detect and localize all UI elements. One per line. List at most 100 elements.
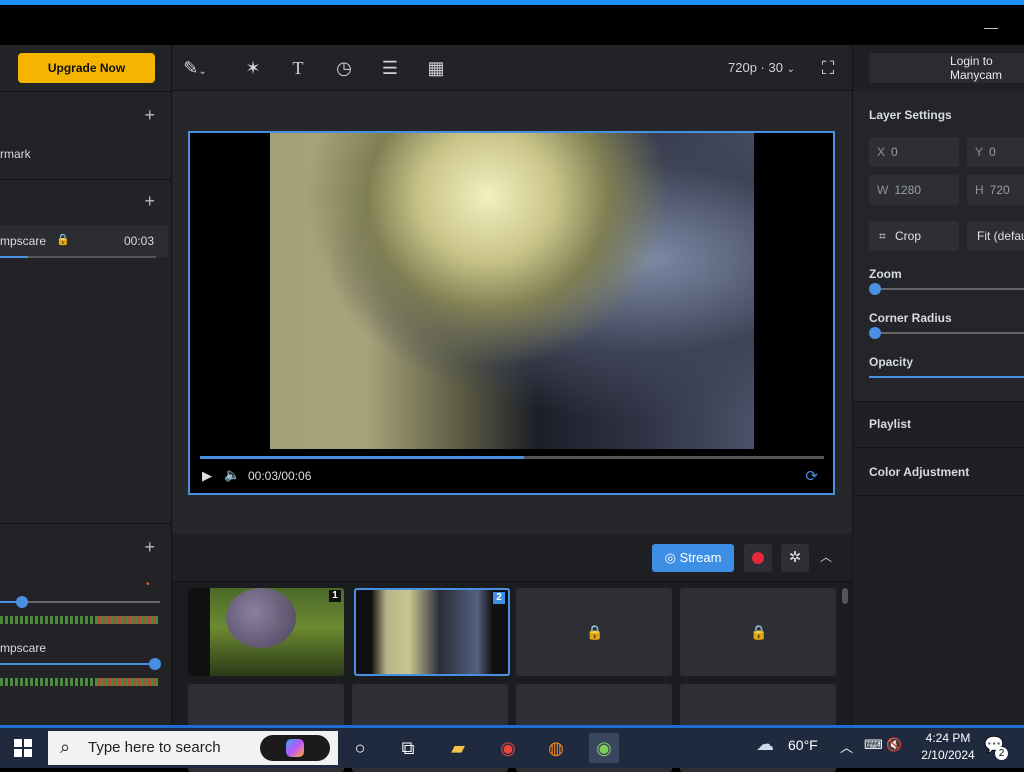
lock-icon: 🔒 — [750, 624, 768, 640]
chevron-up-icon[interactable]: ︿ — [820, 548, 832, 565]
login-button[interactable]: Login to Manycam — [869, 53, 1024, 83]
taskbar-accent — [0, 725, 1024, 728]
weather-icon: ☁ — [756, 734, 774, 754]
tool-bar: ✎⌄ ✶ T ◷ ☰ ▦ 720p · 30 ⌄ ⛶ — [172, 45, 852, 91]
y-label: Y — [975, 145, 984, 159]
crop-label: Crop — [895, 229, 922, 243]
windows-start-icon[interactable] — [14, 739, 32, 757]
network-icon[interactable]: ⌨ — [864, 737, 883, 753]
video-progress-fill — [200, 456, 525, 459]
crop-icon: ⌗ — [879, 229, 886, 243]
h-label: H — [975, 183, 984, 197]
manycam-icon[interactable]: ◉ — [589, 733, 619, 763]
width-field[interactable]: W 1280 — [869, 175, 959, 205]
lock-icon: 🔒 — [56, 234, 70, 246]
chevron-up-icon[interactable]: ︿ — [840, 737, 853, 756]
volume-icon[interactable]: 🔈 — [224, 467, 240, 483]
opacity-slider-fill[interactable] — [869, 376, 1024, 378]
pen-icon[interactable]: ✎⌄ — [182, 55, 208, 81]
preview-stage: ▶ 🔈 00:03/00:06 ⟳ — [172, 91, 852, 534]
zoom-slider-handle[interactable] — [869, 283, 881, 295]
scene-tile-locked[interactable]: 🔒 — [680, 588, 836, 676]
divider — [853, 401, 1024, 402]
right-panel: Login to Manycam Layer Settings X0 Y0 W1… — [852, 45, 1024, 725]
lock-icon: 🔒 — [586, 624, 604, 640]
media-item-label: mpscare — [0, 234, 47, 248]
speaker-muted-icon[interactable]: 🔇 — [886, 737, 902, 753]
stream-label: Stream — [679, 550, 722, 565]
loop-icon[interactable]: ⟳ — [805, 467, 818, 485]
scene-tile-locked[interactable]: 🔒 — [516, 588, 672, 676]
playlist-section[interactable]: Playlist — [869, 417, 911, 431]
y-value: 0 — [989, 145, 996, 159]
volume-slider-handle[interactable] — [16, 596, 28, 608]
transparency-icon[interactable]: ▦ — [422, 55, 450, 81]
scene-number: 1 — [329, 590, 341, 602]
title-bar: — — [0, 5, 1024, 45]
stream-button[interactable]: ◎ Stream — [652, 544, 734, 572]
file-explorer-icon[interactable]: ▰ — [443, 733, 473, 763]
left-panel: Upgrade Now + rmark + mpscare 🔒 00:03 + … — [0, 45, 172, 725]
fullscreen-icon[interactable]: ⛶ — [815, 55, 841, 81]
stream-bar: ◎ Stream ✲ ︿ — [172, 534, 852, 582]
play-icon[interactable]: ▶ — [202, 468, 212, 484]
divider — [0, 91, 172, 92]
height-field[interactable]: H 720 — [967, 175, 1024, 205]
fit-dropdown[interactable]: Fit (default) — [967, 221, 1024, 251]
video-frame — [270, 133, 754, 449]
media-list-item[interactable]: mpscare 🔒 00:03 — [0, 225, 168, 257]
corner-radius-slider-handle[interactable] — [869, 327, 881, 339]
add-icon[interactable]: + — [144, 192, 155, 210]
volume-slider-track[interactable] — [22, 601, 160, 603]
upgrade-button[interactable]: Upgrade Now — [18, 53, 155, 83]
task-view-icon[interactable]: ⧉ — [393, 733, 423, 763]
x-label: X — [877, 145, 886, 159]
cortana-icon[interactable]: ○ — [345, 733, 375, 763]
opacity-label: Opacity — [869, 355, 914, 369]
watermark-label: rmark — [0, 147, 31, 161]
crop-button[interactable]: ⌗ Crop — [869, 221, 959, 251]
system-clock[interactable]: 4:24 PM 2/10/2024 — [908, 730, 988, 764]
copilot-icon[interactable] — [260, 735, 330, 761]
taskbar: ⌕ Type here to search ○ ⧉ ▰ ◉ ◍ ◉ ☁ 60°F… — [0, 725, 1024, 768]
corner-radius-label: Corner Radius — [869, 311, 952, 325]
corner-radius-slider-track[interactable] — [875, 332, 1024, 334]
video-progress-bar[interactable] — [200, 456, 824, 459]
y-field[interactable]: Y0 — [967, 137, 1024, 167]
record-button[interactable] — [744, 544, 772, 572]
x-field[interactable]: X0 — [869, 137, 959, 167]
minimize-button[interactable]: — — [984, 19, 998, 35]
x-value: 0 — [891, 145, 898, 159]
text-icon[interactable]: T — [285, 55, 311, 81]
divider — [0, 179, 172, 180]
scene-letterbox — [188, 588, 210, 676]
divider — [853, 495, 1024, 496]
scene-thumbnail — [226, 588, 296, 648]
scenes-scrollbar[interactable] — [842, 588, 848, 604]
search-placeholder: Type here to search — [88, 739, 221, 756]
lower-third-icon[interactable]: ☰ — [377, 55, 403, 81]
firefox-icon[interactable]: ◍ — [541, 733, 571, 763]
audio-slider-handle[interactable] — [149, 658, 161, 670]
video-controls: ▶ 🔈 00:03/00:06 ⟳ — [200, 467, 824, 487]
layer-settings-title: Layer Settings — [869, 108, 952, 122]
zoom-slider-track[interactable] — [875, 288, 1024, 290]
video-preview[interactable]: ▶ 🔈 00:03/00:06 ⟳ — [188, 131, 835, 495]
scene-tile-1[interactable]: 1 — [188, 588, 344, 676]
add-icon[interactable]: + — [144, 106, 155, 124]
chrome-icon[interactable]: ◉ — [493, 733, 523, 763]
add-icon[interactable]: + — [144, 538, 155, 556]
resolution-dropdown[interactable]: 720p · 30 ⌄ — [728, 60, 795, 75]
clock-date: 2/10/2024 — [921, 748, 975, 762]
magic-wand-icon[interactable]: ✶ — [240, 55, 266, 81]
scene-tile-2[interactable]: 2 — [354, 588, 510, 676]
divider — [0, 523, 172, 524]
snapshot-button[interactable]: ✲ — [781, 544, 809, 572]
video-time: 00:03/00:06 — [248, 469, 312, 483]
timer-icon[interactable]: ◷ — [331, 55, 357, 81]
color-adjustment-section[interactable]: Color Adjustment — [869, 465, 969, 479]
media-item-progress — [0, 256, 28, 258]
taskbar-search-box[interactable]: ⌕ Type here to search — [48, 731, 338, 765]
weather-temp[interactable]: 60°F — [788, 737, 818, 753]
broadcast-icon: ◎ — [664, 550, 676, 565]
